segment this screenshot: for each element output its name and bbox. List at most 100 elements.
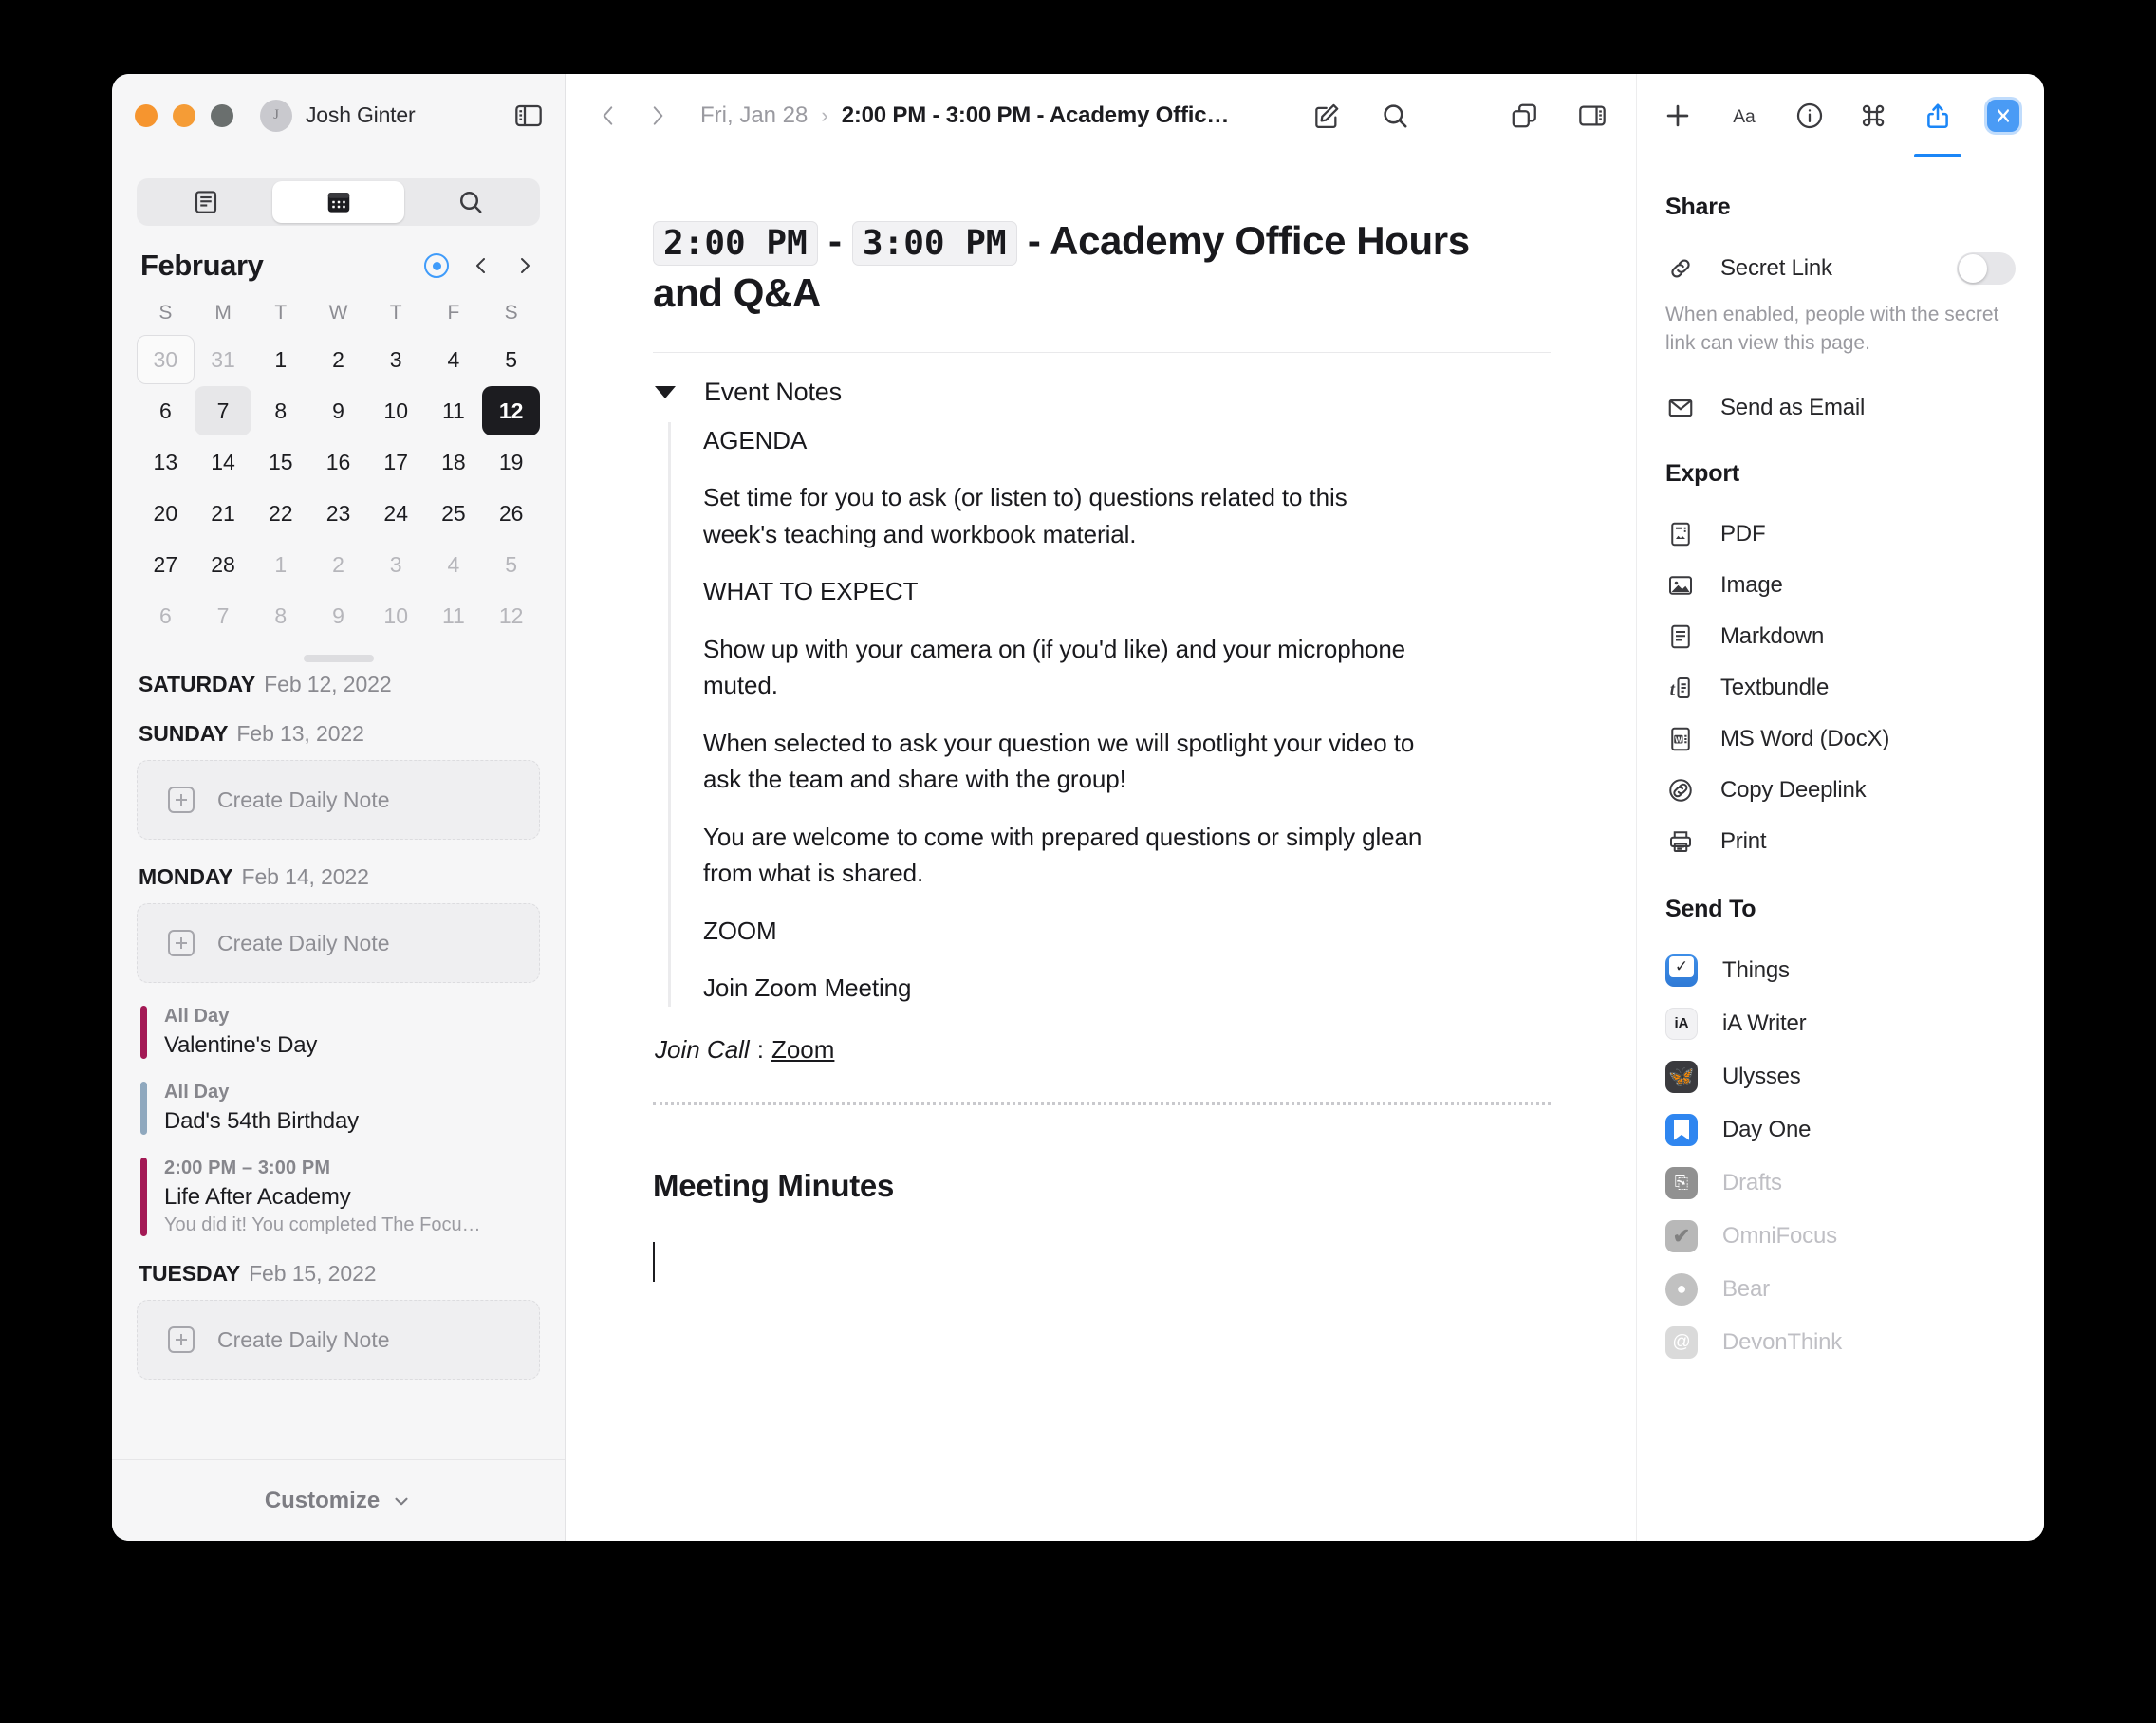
document-paragraph[interactable]: You are welcome to come with prepared qu… (703, 819, 1424, 892)
document-paragraph[interactable]: AGENDA (703, 422, 1424, 458)
next-month-button[interactable] (513, 254, 536, 277)
agenda-event[interactable]: 2:00 PM – 3:00 PM Life After Academy You d… (140, 1158, 540, 1236)
calendar-day[interactable]: 23 (309, 489, 367, 538)
toggle-inspector-icon[interactable] (1577, 101, 1608, 131)
disclosure-triangle-icon[interactable] (655, 385, 676, 398)
calendar-day[interactable]: 28 (195, 540, 252, 589)
compose-icon[interactable] (1311, 101, 1342, 131)
calendar-day[interactable]: 13 (137, 437, 195, 487)
document-title[interactable]: 2:00 PM - 3:00 PM - Academy Office Hours… (653, 214, 1526, 320)
calendar-day[interactable]: 19 (482, 437, 540, 487)
document-paragraph[interactable]: ZOOM (703, 913, 1424, 949)
calendar-day[interactable]: 1 (251, 335, 309, 384)
go-to-today-button[interactable] (424, 253, 449, 278)
segment-search[interactable] (404, 181, 537, 223)
export-row[interactable]: Markdown (1663, 611, 2017, 662)
calendar-day[interactable]: 7 (194, 386, 252, 435)
calendar-day[interactable]: 31 (195, 335, 252, 384)
send-as-email-row[interactable]: Send as Email (1663, 382, 2017, 434)
create-daily-note-button[interactable]: Create Daily Note (137, 760, 540, 840)
create-daily-note-button[interactable]: Create Daily Note (137, 1300, 540, 1380)
previous-month-button[interactable] (470, 254, 493, 277)
calendar-day[interactable]: 8 (251, 386, 309, 435)
avatar[interactable]: J (260, 99, 292, 132)
calendar-day[interactable]: 2 (309, 540, 367, 589)
calendar-day[interactable]: 7 (195, 591, 252, 640)
calendar-day[interactable]: 9 (309, 591, 367, 640)
calendar-day[interactable]: 12 (482, 386, 540, 435)
calendar-day[interactable]: 3 (367, 540, 425, 589)
calendar-day[interactable]: 10 (367, 591, 425, 640)
calendar-day[interactable]: 21 (195, 489, 252, 538)
segment-calendar[interactable] (271, 181, 405, 223)
close-window-button[interactable] (135, 103, 158, 127)
export-row[interactable]: t Textbundle (1663, 662, 2017, 713)
calendar-day[interactable]: 1 (251, 540, 309, 589)
create-daily-note-button[interactable]: Create Daily Note (137, 903, 540, 983)
calendar-day[interactable]: 26 (482, 489, 540, 538)
export-row[interactable]: Print (1663, 816, 2017, 867)
toggle-sidebar-icon[interactable] (513, 101, 544, 131)
document-paragraph[interactable]: Join Zoom Meeting (703, 970, 1424, 1006)
calendar-day[interactable]: 20 (137, 489, 195, 538)
calendar-day[interactable]: 5 (482, 540, 540, 589)
minimize-window-button[interactable] (173, 103, 195, 127)
agenda-event[interactable]: All Day Valentine's Day (140, 1006, 540, 1059)
document-paragraph[interactable]: When selected to ask your question we wi… (703, 725, 1424, 798)
meeting-minutes-heading[interactable]: Meeting Minutes (653, 1168, 1551, 1204)
calendar-day[interactable]: 15 (251, 437, 309, 487)
calendar-day[interactable]: 5 (482, 335, 540, 384)
zoom-link[interactable]: Zoom (771, 1035, 834, 1064)
breadcrumb-date[interactable]: Fri, Jan 28 (700, 102, 808, 129)
export-row[interactable]: Image (1663, 560, 2017, 611)
calendar-day[interactable]: 6 (137, 386, 195, 435)
secret-link-row[interactable]: Secret Link (1663, 242, 2017, 295)
duplicate-icon[interactable] (1509, 101, 1539, 131)
calendar-day[interactable]: 30 (137, 335, 195, 384)
calendar-day[interactable]: 24 (367, 489, 425, 538)
tab-insert[interactable] (1662, 74, 1694, 157)
search-icon[interactable] (1380, 101, 1410, 131)
calendar-day[interactable]: 2 (309, 335, 367, 384)
calendar-day[interactable]: 3 (367, 335, 425, 384)
calendar-day[interactable]: 4 (425, 335, 483, 384)
tab-app-extension[interactable] (1986, 74, 2019, 157)
agenda-list[interactable]: SATURDAY Feb 12, 2022 SUNDAY Feb 13, 2022 C… (112, 649, 565, 1541)
calendar-day[interactable]: 25 (425, 489, 483, 538)
send-to-row[interactable]: 🦋 Ulysses (1663, 1050, 2017, 1103)
send-to-row[interactable]: Things (1663, 944, 2017, 997)
calendar-day[interactable]: 12 (482, 591, 540, 640)
document-paragraph[interactable]: Set time for you to ask (or listen to) q… (703, 479, 1424, 552)
calendar-day[interactable]: 11 (425, 386, 483, 435)
segment-notes[interactable] (139, 181, 272, 223)
calendar-day[interactable]: 14 (195, 437, 252, 487)
calendar-day[interactable]: 22 (251, 489, 309, 538)
agenda-event[interactable]: All Day Dad's 54th Birthday (140, 1082, 540, 1135)
export-row[interactable]: W MS Word (DocX) (1663, 713, 2017, 765)
calendar-day[interactable]: 4 (425, 540, 483, 589)
calendar-day[interactable]: 8 (251, 591, 309, 640)
calendar-day[interactable]: 9 (309, 386, 367, 435)
export-row[interactable]: Copy Deeplink (1663, 765, 2017, 816)
calendar-day[interactable]: 6 (137, 591, 195, 640)
customize-button[interactable]: Customize (112, 1459, 565, 1541)
start-time-badge[interactable]: 2:00 PM (653, 221, 818, 266)
agenda-resize-handle[interactable] (303, 655, 374, 662)
calendar-day[interactable]: 18 (425, 437, 483, 487)
document-editor[interactable]: 2:00 PM - 3:00 PM - Academy Office Hours… (566, 157, 1636, 1541)
tab-info[interactable] (1794, 74, 1825, 157)
forward-button[interactable] (645, 103, 670, 128)
zoom-window-button[interactable] (211, 103, 233, 127)
tab-text-format[interactable]: Aa (1728, 74, 1760, 157)
secret-link-toggle[interactable] (1957, 252, 2016, 285)
export-row[interactable]: PDF (1663, 509, 2017, 560)
back-button[interactable] (596, 103, 621, 128)
tab-share[interactable] (1914, 74, 1962, 157)
send-to-row[interactable]: Day One (1663, 1103, 2017, 1157)
send-to-row[interactable]: iA iA Writer (1663, 997, 2017, 1050)
calendar-day[interactable]: 10 (367, 386, 425, 435)
calendar-day[interactable]: 27 (137, 540, 195, 589)
document-paragraph[interactable]: WHAT TO EXPECT (703, 573, 1424, 609)
event-notes-body[interactable]: AGENDA Set time for you to ask (or listen… (668, 421, 1551, 1007)
calendar-day[interactable]: 17 (367, 437, 425, 487)
